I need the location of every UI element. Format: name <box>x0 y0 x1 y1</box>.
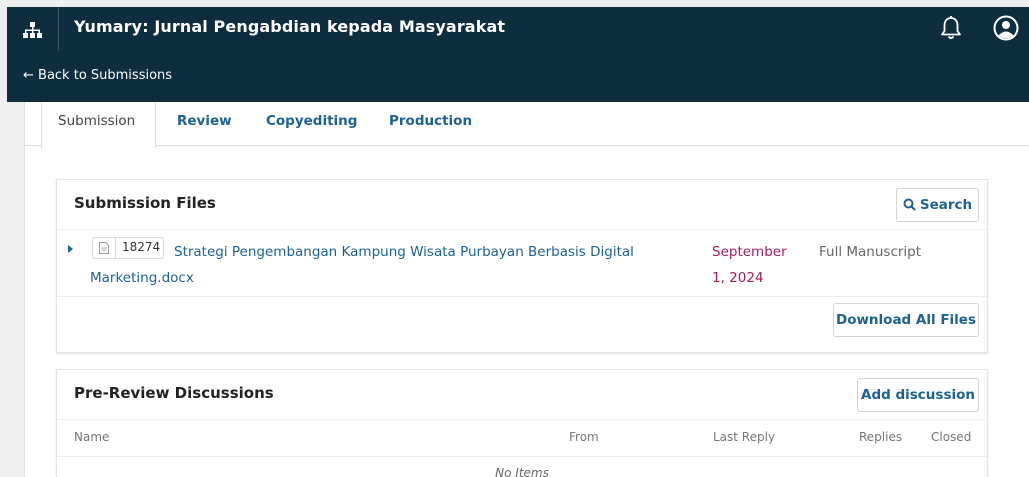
file-id: 18274 <box>122 240 161 254</box>
pre-review-discussions-panel: Pre-Review Discussions Add discussion Na… <box>56 369 988 477</box>
file-date: September 1, 2024 <box>712 244 787 286</box>
document-icon <box>99 242 109 254</box>
journal-title[interactable]: Yumary: Jurnal Pengabdian kepada Masyara… <box>74 17 505 36</box>
list-divider <box>57 456 987 457</box>
file-row: Strategi Pengembangan Kampung Wisata Pur… <box>57 230 987 297</box>
tab-copyediting[interactable]: Copyediting <box>266 113 357 129</box>
badge-separator <box>115 238 116 258</box>
tab-production[interactable]: Production <box>389 113 472 129</box>
search-button[interactable]: Search <box>896 188 979 222</box>
tab-review[interactable]: Review <box>177 113 232 129</box>
workflow-tabs: Submission Review Copyediting Production <box>25 102 1029 148</box>
user-account-icon[interactable] <box>993 15 1019 41</box>
back-to-submissions-link[interactable]: ← Back to Submissions <box>23 68 172 83</box>
search-button-label: Search <box>919 197 973 213</box>
download-all-files-button[interactable]: Download All Files <box>833 303 979 337</box>
bell-icon[interactable] <box>939 15 963 41</box>
column-header-last-reply: Last Reply <box>713 430 776 444</box>
expand-row-icon[interactable] <box>68 245 73 253</box>
submission-files-panel: Submission Files Search Strategi Pengemb… <box>56 179 988 353</box>
header-divider <box>58 7 59 51</box>
column-header-replies: Replies <box>859 430 903 444</box>
submission-files-title: Submission Files <box>74 194 216 212</box>
add-discussion-button[interactable]: Add discussion <box>857 378 979 412</box>
file-badge: 18274 <box>92 237 164 259</box>
app-header: Yumary: Jurnal Pengabdian kepada Masyara… <box>7 7 1029 102</box>
column-header-from: From <box>569 430 599 444</box>
discussions-title: Pre-Review Discussions <box>74 384 274 402</box>
sitemap-icon[interactable] <box>22 20 42 40</box>
column-header-closed: Closed <box>931 430 972 444</box>
search-icon <box>903 198 916 211</box>
file-name-link[interactable]: Strategi Pengembangan Kampung Wisata Pur… <box>90 239 670 291</box>
submission-workspace: Submission Review Copyediting Production… <box>24 102 1029 477</box>
column-header-name: Name <box>74 430 110 444</box>
submission-files-header: Submission Files Search <box>57 180 987 230</box>
tab-submission[interactable]: Submission <box>58 113 135 129</box>
empty-list-message: No Items <box>495 466 549 477</box>
discussions-header: Pre-Review Discussions Add discussion <box>57 370 987 420</box>
file-genre: Full Manuscript <box>819 244 922 260</box>
